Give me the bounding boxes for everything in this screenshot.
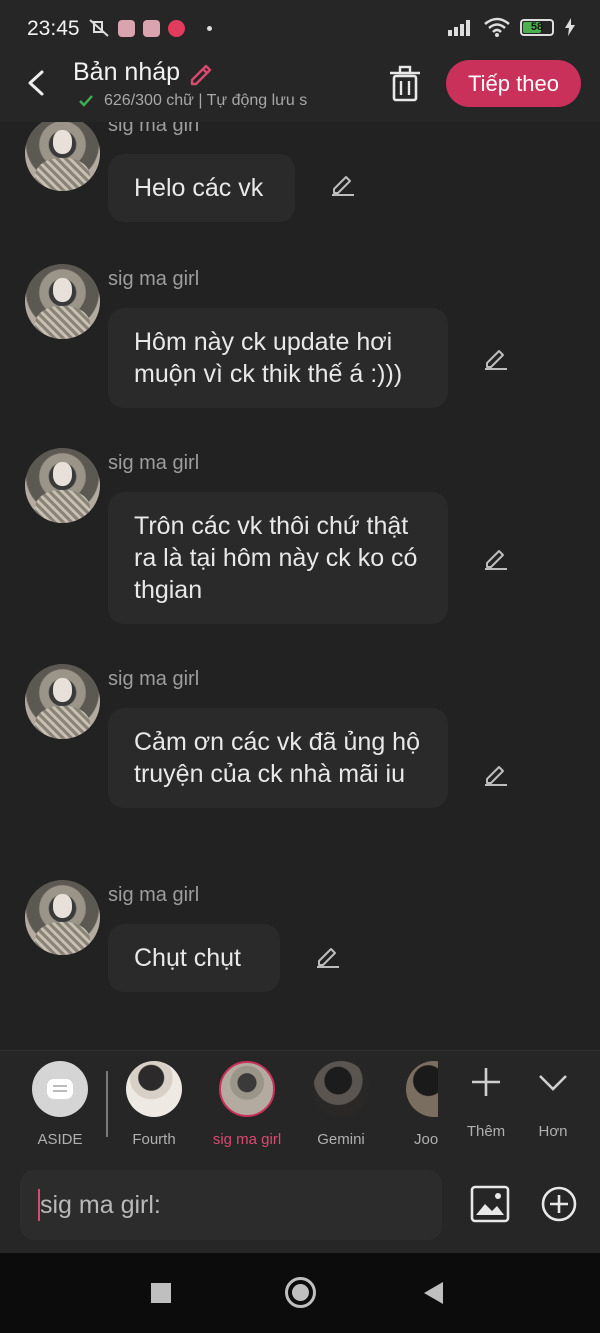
home-icon[interactable]: [285, 1277, 316, 1308]
mute-icon: [89, 19, 109, 37]
character-fourth[interactable]: Fourth: [122, 1061, 186, 1148]
recents-icon[interactable]: [151, 1283, 171, 1303]
message-sender: sig ma girl: [108, 452, 200, 474]
pinterest-icon: [168, 19, 185, 37]
message-sender: sig ma girl: [108, 268, 200, 290]
page-title[interactable]: Bản nháp: [73, 58, 214, 87]
character-label: Fourth: [132, 1131, 176, 1148]
character-aside[interactable]: ASIDE: [30, 1061, 90, 1148]
more-characters-button[interactable]: Hơn: [530, 1065, 576, 1140]
more-notifications-icon: [207, 25, 212, 31]
avatar[interactable]: [25, 448, 100, 523]
chevron-down-icon: [539, 1075, 567, 1091]
image-icon[interactable]: [470, 1185, 510, 1223]
avatar: [406, 1061, 438, 1117]
signal-icon: [448, 20, 470, 36]
avatar[interactable]: [25, 880, 100, 955]
draft-title: Bản nháp: [73, 58, 181, 86]
character-label: Gemini: [317, 1131, 365, 1148]
message-bubble[interactable]: Helo các vk: [108, 154, 295, 222]
edit-icon[interactable]: [483, 344, 509, 370]
message-bubble[interactable]: Cảm ơn các vk đã ủng hộ truyện của ck nh…: [108, 708, 448, 808]
editor-header: Bản nháp 626/300 chữ | Tự động lưu s Tiế…: [0, 58, 600, 122]
character-label: Joo: [414, 1131, 438, 1148]
plus-icon: [472, 1068, 500, 1096]
avatar[interactable]: [25, 122, 100, 191]
character-bar: ASIDE Fourth sig ma girl Gemini Joo Thêm…: [0, 1050, 600, 1156]
message-input[interactable]: sig ma girl:: [20, 1170, 442, 1240]
title-wrap: Bản nháp: [73, 58, 214, 87]
edit-icon[interactable]: [483, 544, 509, 570]
message-sender: sig ma girl: [108, 884, 200, 906]
avatar[interactable]: [25, 664, 100, 739]
add-circle-icon[interactable]: [540, 1185, 578, 1223]
composer: sig ma girl:: [0, 1156, 600, 1253]
app-notification-icon: [118, 19, 135, 37]
charging-icon: [565, 18, 575, 36]
system-icons: 58: [448, 17, 576, 37]
character-sig-ma-girl[interactable]: sig ma girl: [206, 1061, 288, 1148]
status-bar: 23:45 58: [0, 0, 600, 58]
divider: [106, 1071, 108, 1137]
message-sender: sig ma girl: [108, 122, 200, 136]
back-arrow-icon[interactable]: [22, 66, 52, 100]
add-character-label: Thêm: [466, 1123, 506, 1140]
more-characters-label: Hơn: [538, 1123, 568, 1140]
message-sender: sig ma girl: [108, 668, 200, 690]
avatar: [313, 1061, 369, 1117]
character-gemini[interactable]: Gemini: [309, 1061, 373, 1148]
avatar: [219, 1061, 275, 1117]
trash-icon[interactable]: [386, 64, 424, 104]
app-notification-icon: [143, 19, 160, 37]
add-character-button[interactable]: Thêm: [462, 1065, 510, 1140]
avatar: [126, 1061, 182, 1117]
character-label: sig ma girl: [212, 1131, 282, 1148]
aside-chat-icon: [32, 1061, 88, 1117]
edit-icon[interactable]: [315, 942, 341, 968]
back-icon[interactable]: [424, 1282, 443, 1304]
message-bubble[interactable]: Trôn các vk thôi chứ thật ra là tại hôm …: [108, 492, 448, 624]
edit-icon[interactable]: [330, 170, 356, 196]
wifi-icon: [484, 17, 510, 37]
edit-title-icon[interactable]: [188, 60, 214, 86]
next-button[interactable]: Tiếp theo: [446, 60, 581, 107]
composer-prefix: sig ma girl:: [40, 1190, 161, 1219]
save-status: 626/300 chữ | Tự động lưu s: [78, 92, 363, 110]
edit-icon[interactable]: [483, 760, 509, 786]
character-label: ASIDE: [37, 1131, 83, 1148]
avatar[interactable]: [25, 264, 100, 339]
notification-icons: [88, 18, 212, 38]
status-time: 23:45: [27, 17, 80, 40]
message-list: sig ma girl Helo các vk sig ma girl Hôm …: [0, 122, 600, 1050]
battery-icon: 58: [520, 18, 554, 36]
word-count: 626/300 chữ | Tự động lưu s: [104, 92, 308, 109]
message-bubble[interactable]: Hôm này ck update hơi muộn vì ck thik th…: [108, 308, 448, 408]
check-icon: [79, 95, 93, 107]
battery-level: 58: [530, 20, 544, 33]
character-joo[interactable]: Joo: [404, 1061, 438, 1148]
system-nav-bar: [0, 1253, 600, 1333]
message-bubble[interactable]: Chụt chụt: [108, 924, 280, 992]
